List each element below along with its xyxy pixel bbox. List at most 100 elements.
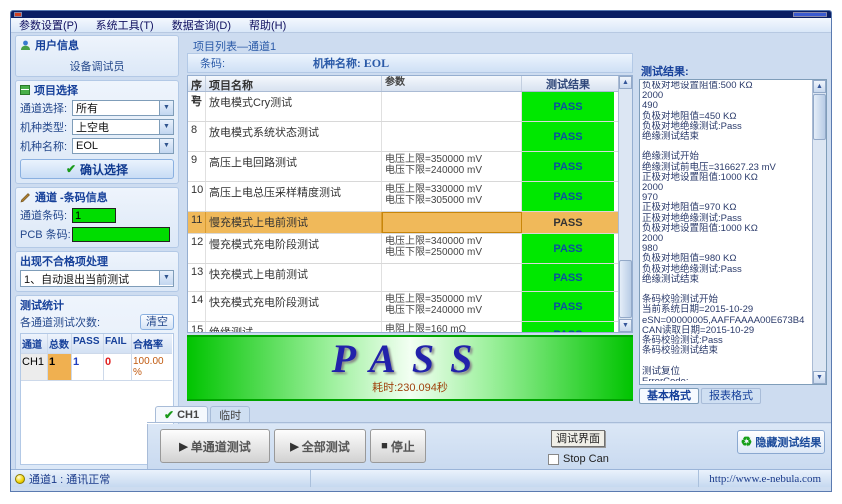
fail-handling-value: 1、自动退出当前测试 xyxy=(24,271,129,287)
model-name-row: 机种名称: EOL ▼ xyxy=(20,137,174,155)
table-row[interactable]: 9 高压上电回路测试 电压上限=350000 mV 电压下限=240000 mV… xyxy=(188,152,632,182)
chevron-down-icon[interactable]: ▼ xyxy=(159,139,173,153)
row-no: 7 xyxy=(188,92,206,121)
single-channel-test-label: 单通道测试 xyxy=(191,438,251,455)
table-row[interactable]: 10 高压上电总压采样精度测试 电压上限=330000 mV 电压下限=3050… xyxy=(188,182,632,212)
format-tab-strip: 基本格式 报表格式 xyxy=(639,388,761,404)
tab-report-format[interactable]: 报表格式 xyxy=(701,388,761,404)
channel-barcode-input[interactable]: 1 xyxy=(72,208,116,223)
row-param: 电压上限=350000 mV 电压下限=240000 mV xyxy=(382,292,522,321)
model-name-dropdown[interactable]: EOL ▼ xyxy=(72,138,174,154)
bottom-button-bar: ▶ 单通道测试 ▶ 全部测试 ■ 停止 调试界面 Stop Can ♻ 隐藏测试… xyxy=(147,424,832,469)
status-text: 通道1 : 通讯正常 xyxy=(29,471,110,487)
user-role-label: 设备调试员 xyxy=(20,54,174,76)
results-log-box[interactable]: 负极对地设置阻值:500 KΩ 2000 490 负极对地阻值=450 KΩ 负… xyxy=(639,79,827,385)
channel-select-value: 所有 xyxy=(76,100,98,116)
row-name: 放电模式系统状态测试 xyxy=(206,122,382,151)
hide-results-button[interactable]: ♻ 隐藏测试结果 xyxy=(737,430,825,454)
chevron-down-icon[interactable]: ▼ xyxy=(159,101,173,115)
menu-help[interactable]: 帮助(H) xyxy=(247,17,288,33)
tab-temp-label: 临时 xyxy=(219,407,241,423)
scroll-down-icon[interactable]: ▼ xyxy=(813,371,826,384)
fail-handling-dropdown[interactable]: 1、自动退出当前测试 ▼ xyxy=(20,270,174,287)
results-log-text: 负极对地设置阻值:500 KΩ 2000 490 负极对地阻值=450 KΩ 负… xyxy=(642,81,810,381)
scrollbar-thumb[interactable] xyxy=(619,260,632,318)
chevron-down-icon[interactable]: ▼ xyxy=(159,271,173,285)
row-param xyxy=(382,92,522,121)
row-param: 电压上限=340000 mV 电压下限=250000 mV xyxy=(382,234,522,263)
channel-select-row: 通道选择: 所有 ▼ xyxy=(20,99,174,117)
model-type-value: 上空电 xyxy=(76,119,109,135)
row-param xyxy=(382,122,522,151)
scroll-up-icon[interactable]: ▲ xyxy=(619,76,632,89)
user-group-title: 用户信息 xyxy=(35,37,79,53)
row-no: 10 xyxy=(188,182,206,211)
table-row[interactable]: 7 放电模式Cry测试 PASS xyxy=(188,92,632,122)
scroll-up-icon[interactable]: ▲ xyxy=(813,80,826,93)
row-no: 15 xyxy=(188,322,206,333)
menu-parameter-settings[interactable]: 参数设置(P) xyxy=(17,17,80,33)
pcb-barcode-input[interactable] xyxy=(72,227,170,242)
stats-col-rate: 合格率 xyxy=(132,334,172,354)
stop-can-label: Stop Can xyxy=(563,453,609,465)
chevron-down-icon[interactable]: ▼ xyxy=(159,120,173,134)
header-param: 参数 xyxy=(382,76,522,91)
stats-total-value: 1 xyxy=(48,354,72,381)
log-scrollbar[interactable]: ▲ ▼ xyxy=(812,80,826,384)
pass-banner: PASS 耗时:230.094秒 xyxy=(187,335,633,401)
test-item-table: 序号 项目名称 参数 测试结果 7 放电模式Cry测试 PASS 8 放电模式系… xyxy=(187,75,633,333)
stats-table-header: 通道 总数 PASS FAIL 合格率 xyxy=(21,334,173,354)
results-panel-title: 测试结果: xyxy=(641,63,689,79)
table-row-selected[interactable]: 11 慢充模式上电前测试 PASS xyxy=(188,212,632,234)
table-row[interactable]: 8 放电模式系统状态测试 PASS xyxy=(188,122,632,152)
debug-screen-button[interactable]: 调试界面 xyxy=(551,430,605,447)
channel-select-dropdown[interactable]: 所有 ▼ xyxy=(72,100,174,116)
all-test-button[interactable]: ▶ 全部测试 xyxy=(274,429,366,463)
stats-pass-value: 1 xyxy=(72,354,104,381)
stats-caption: 各通道测试次数: xyxy=(20,314,100,330)
tab-basic-format[interactable]: 基本格式 xyxy=(639,388,699,404)
row-result: PASS xyxy=(522,212,614,233)
barcode-header-bar: 条码: 机种名称: EOL xyxy=(187,53,633,73)
barcode-group-title: 通道 -条码信息 xyxy=(35,189,108,205)
scrollbar-thumb[interactable] xyxy=(813,94,826,140)
table-row[interactable]: 12 慢充模式充电阶段测试 电压上限=340000 mV 电压下限=250000… xyxy=(188,234,632,264)
stats-col-channel: 通道 xyxy=(21,334,48,354)
stop-can-checkbox[interactable] xyxy=(548,454,559,465)
tab-temp[interactable]: 临时 xyxy=(210,406,250,422)
tab-ch1-label: CH1 xyxy=(177,409,199,421)
stop-button[interactable]: ■ 停止 xyxy=(370,429,426,463)
stats-channel-value: CH1 xyxy=(21,354,48,381)
stats-col-fail: FAIL xyxy=(104,334,132,354)
row-name: 慢充模式上电前测试 xyxy=(206,212,382,233)
stats-group-title: 测试统计 xyxy=(20,297,64,313)
elapsed-time: 耗时:230.094秒 xyxy=(187,379,633,395)
stats-rate-value: 100.00 % xyxy=(132,354,172,381)
table-row[interactable]: 15 绝缘测试 电阻上限=160 mΩ 电阻下限= PASS xyxy=(188,322,632,333)
menu-data-query[interactable]: 数据查询(D) xyxy=(170,17,233,33)
single-channel-test-button[interactable]: ▶ 单通道测试 xyxy=(160,429,270,463)
row-name: 慢充模式充电阶段测试 xyxy=(206,234,382,263)
barcode-group: 通道 -条码信息 通道条码: 1 PCB 条码: xyxy=(15,187,179,248)
scroll-down-icon[interactable]: ▼ xyxy=(619,319,632,332)
model-type-dropdown[interactable]: 上空电 ▼ xyxy=(72,119,174,135)
row-param: 电压上限=330000 mV 电压下限=305000 mV xyxy=(382,182,522,211)
menu-system-tools[interactable]: 系统工具(T) xyxy=(94,17,156,33)
row-result: PASS xyxy=(522,264,614,291)
table-scrollbar[interactable]: ▲ ▼ xyxy=(618,76,632,332)
table-row[interactable]: 13 快充模式上电前测试 PASS xyxy=(188,264,632,292)
pcb-barcode-row: PCB 条码: xyxy=(20,225,174,243)
model-name-label: 机种名称: xyxy=(20,138,72,154)
window-control-buttons[interactable] xyxy=(793,12,827,17)
table-row[interactable]: 14 快充模式充电阶段测试 电压上限=350000 mV 电压下限=240000… xyxy=(188,292,632,322)
row-no: 11 xyxy=(188,212,206,233)
clear-button[interactable]: 清空 xyxy=(140,314,174,330)
row-name: 高压上电回路测试 xyxy=(206,152,382,181)
row-param xyxy=(382,212,522,233)
confirm-selection-button[interactable]: ✔ 确认选择 xyxy=(20,159,174,179)
row-no: 9 xyxy=(188,152,206,181)
tab-ch1[interactable]: ✔ CH1 xyxy=(155,406,208,422)
stats-table-row[interactable]: CH1 1 1 0 100.00 % xyxy=(21,354,173,381)
play-icon: ▶ xyxy=(290,440,298,453)
barcode-label: 条码: xyxy=(200,55,225,71)
